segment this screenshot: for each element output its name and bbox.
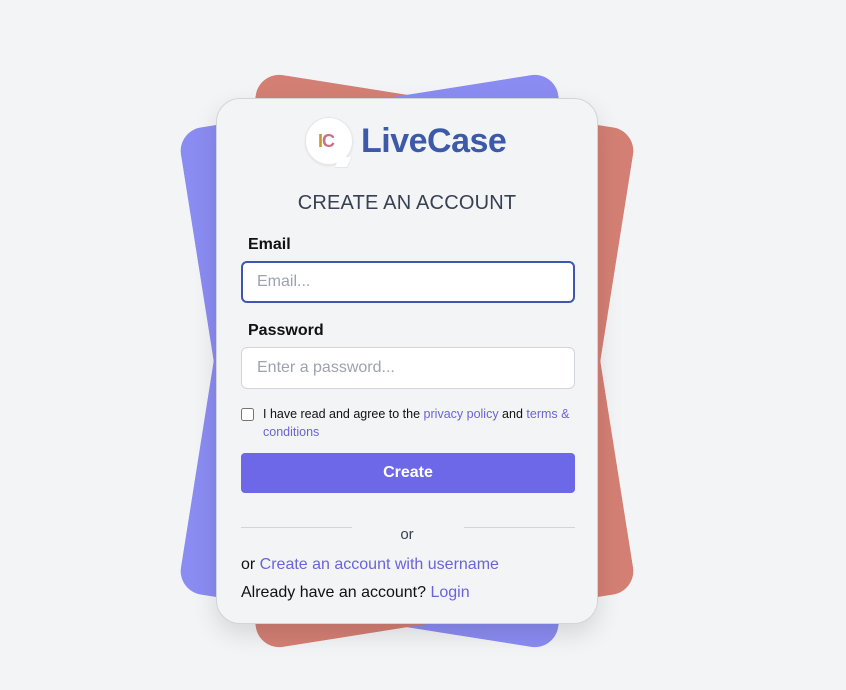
brand-logo: IC LiveCase [305,117,507,165]
username-signup-link[interactable]: Create an account with username [260,556,499,573]
logo-mark: IC [318,131,335,151]
logo-badge-icon: IC [305,117,353,165]
password-label: Password [248,322,324,339]
signup-card: IC LiveCase CREATE AN ACCOUNT Email Pass… [216,98,598,624]
divider-or-text: or [400,526,414,543]
divider-right [464,527,575,528]
terms-checkbox[interactable] [241,408,254,421]
create-button[interactable]: Create [241,453,575,493]
login-line: Already have an account? Login [241,584,470,601]
signup-page: IC LiveCase CREATE AN ACCOUNT Email Pass… [0,0,846,690]
page-title: CREATE AN ACCOUNT [297,192,517,214]
brand-name: LiveCase [361,121,507,160]
password-input[interactable] [241,347,575,389]
terms-text: I have read and agree to the privacy pol… [263,407,570,439]
login-link[interactable]: Login [430,584,469,601]
email-input[interactable] [241,261,575,303]
username-signup-line: or Create an account with username [241,556,499,573]
email-label: Email [248,236,291,253]
privacy-policy-link[interactable]: privacy policy [424,407,499,421]
